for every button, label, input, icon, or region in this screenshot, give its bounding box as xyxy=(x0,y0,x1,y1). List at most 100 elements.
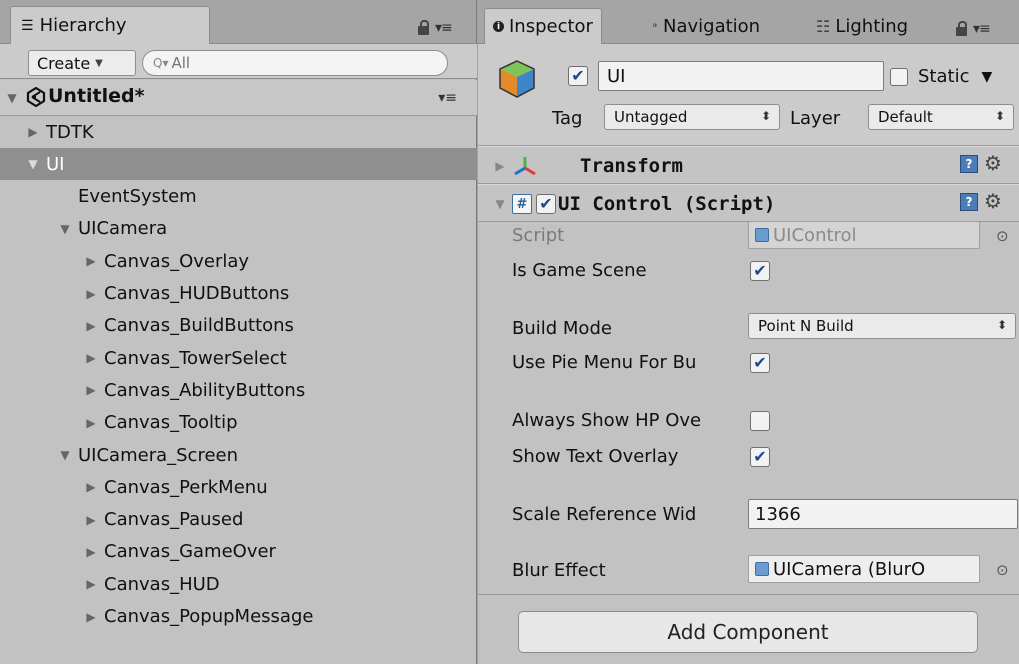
hierarchy-item-label: Canvas_PerkMenu xyxy=(104,476,268,498)
context-menu-icon[interactable]: ▾≡ xyxy=(973,21,991,37)
tab-navigation[interactable]: ⁍ Navigation xyxy=(644,8,768,44)
tag-label: Tag xyxy=(552,108,583,129)
build-mode-dropdown[interactable]: Point N Build ⬍ xyxy=(748,313,1016,339)
hierarchy-item-label: Canvas_TowerSelect xyxy=(104,347,287,369)
fold-closed-icon[interactable]: ▶ xyxy=(83,287,99,301)
lock-icon[interactable] xyxy=(956,21,967,36)
create-button[interactable]: Create ▼ xyxy=(28,50,136,76)
hierarchy-item[interactable]: ▶ Canvas_TowerSelect xyxy=(0,342,477,374)
hierarchy-item[interactable]: ▶ TDTK xyxy=(0,116,477,148)
transform-component-header[interactable]: ▶ Transform ? ⚙ xyxy=(478,146,1019,184)
object-header: ✔ ✔ Static ▼ Tag Untagged ⬍ Layer Defaul… xyxy=(478,44,1019,146)
fold-closed-icon[interactable]: ▶ xyxy=(25,125,41,139)
hierarchy-item[interactable]: ▶ Canvas_GameOver xyxy=(0,536,477,568)
scene-name: Untitled* xyxy=(48,85,145,107)
use-pie-checkbox[interactable]: ✔ xyxy=(750,353,770,373)
fold-closed-icon[interactable]: ▶ xyxy=(83,577,99,591)
tab-inspector[interactable]: i Inspector xyxy=(484,8,602,44)
fold-closed-icon[interactable]: ▶ xyxy=(83,610,99,624)
fold-closed-icon[interactable]: ▶ xyxy=(83,416,99,430)
hierarchy-item[interactable]: ▶ Canvas_PopupMessage xyxy=(0,601,477,633)
hierarchy-item[interactable]: ▶ Canvas_Overlay xyxy=(0,245,477,277)
fold-closed-icon[interactable]: ▶ xyxy=(83,545,99,559)
lighting-icon: ☷ xyxy=(816,16,831,36)
divider xyxy=(478,594,1019,595)
hierarchy-item[interactable]: ▼ UI xyxy=(0,148,477,181)
hierarchy-item[interactable]: ▶ Canvas_AbilityButtons xyxy=(0,374,477,406)
object-name-field[interactable] xyxy=(598,61,884,91)
layer-dropdown[interactable]: Default ⬍ xyxy=(868,104,1014,130)
search-input[interactable] xyxy=(171,54,422,72)
show-text-checkbox[interactable]: ✔ xyxy=(750,447,770,467)
add-component-button[interactable]: Add Component xyxy=(518,611,978,653)
active-checkbox[interactable]: ✔ xyxy=(568,66,588,86)
hierarchy-item[interactable]: ▶ Canvas_HUDButtons xyxy=(0,278,477,310)
scene-header[interactable]: ▼ Untitled* ▾≡ xyxy=(0,80,477,116)
tab-hierarchy[interactable]: ☰ Hierarchy xyxy=(10,6,210,44)
help-icon[interactable]: ? xyxy=(960,193,978,211)
hierarchy-item-label: Canvas_HUD xyxy=(104,573,220,595)
search-icon: Q▾ xyxy=(153,56,169,70)
fold-closed-icon[interactable]: ▶ xyxy=(83,513,99,527)
fold-closed-icon[interactable]: ▶ xyxy=(83,254,99,268)
hierarchy-item[interactable]: ▶ Canvas_PerkMenu xyxy=(0,471,477,503)
script-field: UIControl xyxy=(748,221,980,249)
hierarchy-search[interactable]: Q▾ xyxy=(142,50,448,76)
fold-open-icon[interactable]: ▼ xyxy=(4,91,20,105)
component-enabled-checkbox[interactable]: ✔ xyxy=(536,194,556,214)
tab-inspector-label: Inspector xyxy=(509,16,593,37)
build-mode-label: Build Mode xyxy=(512,318,612,339)
fold-closed-icon[interactable]: ▶ xyxy=(83,319,99,333)
fold-closed-icon[interactable]: ▶ xyxy=(83,383,99,397)
tab-navigation-label: Navigation xyxy=(663,15,761,37)
chevron-down-icon[interactable]: ▼ xyxy=(981,69,992,85)
gear-icon[interactable]: ⚙ xyxy=(984,189,1002,213)
tab-lighting[interactable]: ☷ Lighting xyxy=(808,8,916,44)
hierarchy-item-label: UICamera_Screen xyxy=(78,444,239,466)
hierarchy-item-label: Canvas_AbilityButtons xyxy=(104,379,306,401)
hierarchy-panel: ☰ Hierarchy ▾≡ Create ▼ Q▾ ▼ Untitled* ▾… xyxy=(0,0,477,664)
fold-open-icon[interactable]: ▼ xyxy=(57,222,73,236)
transform-axis-icon xyxy=(514,157,536,176)
hierarchy-item[interactable]: ▶ Canvas_Paused xyxy=(0,504,477,536)
fold-closed-icon[interactable]: ▶ xyxy=(83,480,99,494)
hierarchy-item[interactable]: ▼ UICamera_Screen xyxy=(0,439,477,471)
hierarchy-item-label: Canvas_BuildButtons xyxy=(104,315,294,337)
navigation-icon: ⁍ xyxy=(652,19,658,33)
lock-icon[interactable] xyxy=(418,20,429,35)
hierarchy-item[interactable]: ▼ UICamera xyxy=(0,213,477,245)
inspector-panel: i Inspector ⁍ Navigation ☷ Lighting ▾≡ ✔… xyxy=(478,0,1019,664)
fold-closed-icon[interactable]: ▶ xyxy=(83,351,99,365)
fold-closed-icon[interactable]: ▶ xyxy=(492,159,508,173)
fold-open-icon[interactable]: ▼ xyxy=(25,157,41,171)
hierarchy-item[interactable]: ▶ Canvas_BuildButtons xyxy=(0,310,477,342)
script-value: UIControl xyxy=(773,224,857,246)
gear-icon[interactable]: ⚙ xyxy=(984,151,1002,175)
script-icon xyxy=(755,228,769,242)
fold-open-icon[interactable]: ▼ xyxy=(57,448,73,462)
static-toggle[interactable]: ✔ Static ▼ xyxy=(890,66,992,87)
scene-menu-icon[interactable]: ▾≡ xyxy=(438,90,457,106)
help-icon[interactable]: ? xyxy=(960,155,978,173)
create-label: Create xyxy=(37,53,91,73)
scale-ref-field[interactable] xyxy=(748,499,1018,529)
hierarchy-item-label: Canvas_Tooltip xyxy=(104,412,238,434)
context-menu-icon[interactable]: ▾≡ xyxy=(435,20,453,36)
always-hp-checkbox[interactable]: ✔ xyxy=(750,411,770,431)
static-checkbox[interactable]: ✔ xyxy=(890,67,908,86)
is-game-scene-label: Is Game Scene xyxy=(512,260,647,281)
hierarchy-item-label: Canvas_Overlay xyxy=(104,250,250,272)
hierarchy-item[interactable]: ▶ Canvas_HUD xyxy=(0,568,477,600)
hierarchy-item[interactable]: ▶ Canvas_Tooltip xyxy=(0,407,477,439)
updown-arrow-icon: ⬍ xyxy=(996,318,1007,332)
hierarchy-item-label: UI xyxy=(46,153,65,175)
tag-dropdown[interactable]: Untagged ⬍ xyxy=(604,104,780,130)
hierarchy-item-label: Canvas_PopupMessage xyxy=(104,606,314,627)
object-picker-icon[interactable]: ⊙ xyxy=(996,561,1009,579)
fold-open-icon[interactable]: ▼ xyxy=(492,197,508,211)
inspector-lock-menu: ▾≡ xyxy=(956,21,991,37)
is-game-scene-checkbox[interactable]: ✔ xyxy=(750,261,770,281)
blur-effect-field[interactable]: UICamera (BlurO xyxy=(748,555,980,583)
uicontrol-component-header[interactable]: ▼ # ✔ UI Control (Script) ? ⚙ xyxy=(478,184,1019,222)
hierarchy-item[interactable]: EventSystem xyxy=(0,181,477,213)
